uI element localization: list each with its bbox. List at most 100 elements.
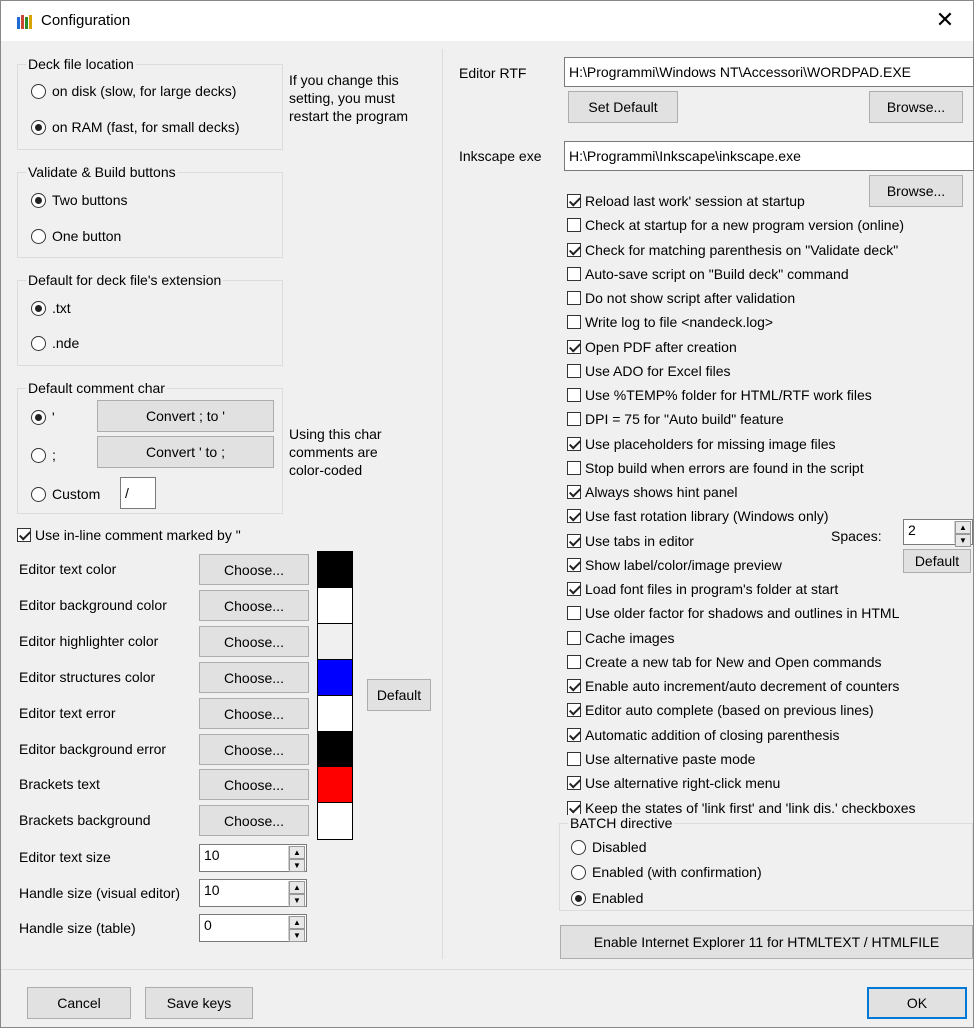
option-checkbox[interactable]: Show label/color/image preview [567,555,782,575]
option-checkbox[interactable]: Automatic addition of closing parenthesi… [567,725,839,745]
option-label: Use ADO for Excel files [585,363,731,379]
unchecked-box-icon[interactable] [567,752,581,766]
option-checkbox[interactable]: Cache images [567,628,675,648]
choose-color-button[interactable]: Choose... [199,805,309,836]
editor-rtf-input[interactable]: H:\Programmi\Windows NT\Accessori\WORDPA… [564,57,974,87]
checked-box-icon[interactable] [567,509,581,523]
option-checkbox[interactable]: Use ADO for Excel files [567,361,731,381]
handle-size-table-stepper[interactable]: 0 ▲ ▼ [199,914,307,942]
checked-box-icon[interactable] [567,194,581,208]
option-checkbox[interactable]: Use fast rotation library (Windows only) [567,506,829,526]
option-checkbox[interactable]: Editor auto complete (based on previous … [567,700,874,720]
unchecked-box-icon[interactable] [567,412,581,426]
option-checkbox[interactable]: Auto-save script on "Build deck" command [567,264,849,284]
window-title: Configuration [41,12,131,29]
choose-color-button[interactable]: Choose... [199,698,309,729]
radio-batch-disabled[interactable]: Disabled [571,837,646,857]
checked-box-icon[interactable] [567,558,581,572]
choose-color-button[interactable]: Choose... [199,734,309,765]
handle-size-visual-stepper[interactable]: 10 ▲ ▼ [199,879,307,907]
inkscape-browse-button[interactable]: Browse... [869,175,963,207]
checked-box-icon[interactable] [567,243,581,257]
choose-color-button[interactable]: Choose... [199,626,309,657]
radio-one-button[interactable]: One button [31,226,121,246]
radio-batch-enabled-confirm[interactable]: Enabled (with confirmation) [571,862,762,882]
color-coded-note: Using this char comments are color-coded [289,426,382,478]
checked-box-icon[interactable] [567,340,581,354]
save-keys-button[interactable]: Save keys [145,987,253,1019]
app-icon [17,15,32,29]
radio-apostrophe[interactable]: ' [31,407,55,427]
close-icon[interactable]: ✕ [923,5,967,37]
unchecked-box-icon[interactable] [567,388,581,402]
option-checkbox[interactable]: Use tabs in editor [567,531,694,551]
radio-batch-enabled[interactable]: Enabled [571,888,643,908]
checked-box-icon[interactable] [567,728,581,742]
option-checkbox[interactable]: DPI = 75 for "Auto build" feature [567,409,784,429]
checked-box-icon[interactable] [567,703,581,717]
unchecked-box-icon[interactable] [567,655,581,669]
option-checkbox[interactable]: Use placeholders for missing image files [567,434,836,454]
radio-semicolon[interactable]: ; [31,445,56,465]
option-checkbox[interactable]: Do not show script after validation [567,288,795,308]
unchecked-box-icon[interactable] [567,606,581,620]
cancel-button[interactable]: Cancel [27,987,131,1019]
unchecked-box-icon[interactable] [567,267,581,281]
choose-color-button[interactable]: Choose... [199,554,309,585]
radio-button[interactable] [31,119,46,135]
option-label: Use older factor for shadows and outline… [585,605,900,621]
convert-semicolon-button[interactable]: Convert ; to ' [97,400,274,432]
option-checkbox[interactable]: Reload last work' session at startup [567,191,805,211]
unchecked-box-icon[interactable] [567,631,581,645]
colors-default-button[interactable]: Default [367,679,431,711]
radio-on-ram[interactable]: on RAM (fast, for small decks) [31,117,240,137]
option-checkbox[interactable]: Check for matching parenthesis on "Valid… [567,240,898,260]
spaces-default-button[interactable]: Default [903,549,971,573]
radio-button[interactable] [31,83,46,99]
unchecked-box-icon[interactable] [567,315,581,329]
option-checkbox[interactable]: Load font files in program's folder at s… [567,579,838,599]
spaces-stepper[interactable]: 2 ▲ ▼ [903,519,973,547]
inline-comment-checkbox[interactable]: Use in-line comment marked by " [17,525,241,545]
color-row-label: Editor background color [19,597,167,613]
editor-rtf-browse-button[interactable]: Browse... [869,91,963,123]
unchecked-box-icon[interactable] [567,291,581,305]
checked-box-icon[interactable] [567,679,581,693]
option-checkbox[interactable]: Create a new tab for New and Open comman… [567,652,882,672]
unchecked-box-icon[interactable] [567,461,581,475]
checked-box-icon[interactable] [567,801,581,815]
unchecked-box-icon[interactable] [567,364,581,378]
convert-apostrophe-button[interactable]: Convert ' to ; [97,436,274,468]
set-default-button[interactable]: Set Default [568,91,678,123]
option-checkbox[interactable]: Use %TEMP% folder for HTML/RTF work file… [567,385,872,405]
checked-box-icon[interactable] [567,485,581,499]
option-checkbox[interactable]: Check at startup for a new program versi… [567,215,904,235]
option-checkbox[interactable]: Use alternative right-click menu [567,773,780,793]
checked-box-icon[interactable] [567,776,581,790]
option-checkbox[interactable]: Always shows hint panel [567,482,738,502]
choose-color-button[interactable]: Choose... [199,769,309,800]
option-checkbox[interactable]: Use older factor for shadows and outline… [567,603,899,623]
ok-button[interactable]: OK [867,987,967,1019]
radio-two-buttons[interactable]: Two buttons [31,190,128,210]
editor-text-size-stepper[interactable]: 10 ▲ ▼ [199,844,307,872]
option-checkbox[interactable]: Open PDF after creation [567,337,737,357]
color-row-label: Editor text color [19,561,117,577]
radio-custom[interactable]: Custom [31,484,100,504]
unchecked-box-icon[interactable] [567,218,581,232]
option-checkbox[interactable]: Stop build when errors are found in the … [567,458,864,478]
checked-box-icon[interactable] [567,437,581,451]
radio-nde[interactable]: .nde [31,333,79,353]
option-checkbox[interactable]: Use alternative paste mode [567,749,755,769]
checked-box-icon[interactable] [567,582,581,596]
inkscape-input[interactable]: H:\Programmi\Inkscape\inkscape.exe [564,141,974,171]
option-checkbox[interactable]: Enable auto increment/auto decrement of … [567,676,899,696]
option-checkbox[interactable]: Write log to file <nandeck.log> [567,312,773,332]
radio-txt[interactable]: .txt [31,298,71,318]
choose-color-button[interactable]: Choose... [199,662,309,693]
enable-ie11-button[interactable]: Enable Internet Explorer 11 for HTMLTEXT… [560,925,973,959]
custom-char-input[interactable]: / [120,477,156,509]
checked-box-icon[interactable] [567,534,581,548]
choose-color-button[interactable]: Choose... [199,590,309,621]
radio-on-disk[interactable]: on disk (slow, for large decks) [31,81,236,101]
